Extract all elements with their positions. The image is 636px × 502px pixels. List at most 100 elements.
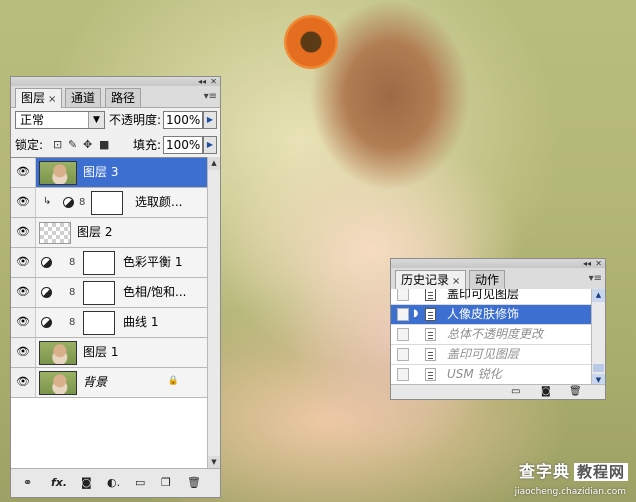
- collapse-icon[interactable]: ◂◂: [583, 259, 591, 268]
- layer-name[interactable]: 色相/饱和...: [123, 285, 187, 300]
- opacity-input[interactable]: 100%: [163, 111, 203, 129]
- layer-name[interactable]: 背景: [83, 375, 107, 390]
- layers-scrollbar[interactable]: ▲ ▼: [207, 157, 220, 469]
- layer-name[interactable]: 选取颜...: [135, 195, 182, 210]
- lock-all-icon[interactable]: ■: [99, 138, 109, 152]
- new-document-from-state-icon[interactable]: ▭: [511, 385, 520, 399]
- lock-image-icon[interactable]: ✎: [68, 138, 77, 152]
- snapshot-checkbox[interactable]: [397, 348, 409, 361]
- eye-icon[interactable]: 👁: [15, 256, 31, 268]
- link-layers-icon[interactable]: ⚭: [23, 476, 32, 490]
- scroll-up-icon[interactable]: ▲: [592, 289, 605, 302]
- camera-icon[interactable]: ◙: [541, 385, 551, 399]
- eye-icon[interactable]: 👁: [15, 226, 31, 238]
- history-item[interactable]: 盖印可见图层: [391, 345, 591, 365]
- layer-row[interactable]: 👁 8 色彩平衡 1: [11, 248, 207, 278]
- history-item[interactable]: USM 锐化: [391, 365, 591, 385]
- trash-icon[interactable]: 🗑: [187, 476, 201, 490]
- new-group-icon[interactable]: ▭: [135, 476, 145, 490]
- layers-tab-row: 图层 × 通道 路径 ▾≡: [11, 86, 220, 108]
- eye-icon[interactable]: 👁: [15, 376, 31, 388]
- link-chain-icon[interactable]: 8: [79, 197, 85, 209]
- blend-mode-select[interactable]: 正常 ▼: [15, 111, 105, 129]
- adjustment-icon: [41, 317, 52, 328]
- visibility-cell[interactable]: 👁: [11, 368, 36, 397]
- layer-row[interactable]: 👁 背景 🔒: [11, 368, 207, 398]
- layer-thumbnail: [39, 222, 71, 244]
- tab-history[interactable]: 历史记录 ×: [395, 270, 467, 290]
- fill-input[interactable]: 100%: [163, 136, 203, 154]
- watermark-box: 教程网: [573, 463, 628, 481]
- fill-slider-button[interactable]: ▶: [203, 136, 217, 154]
- adjustment-icon: [63, 197, 74, 208]
- history-list: 盖印可见图层 ◗ 人像皮肤修饰 总体不透明度更改 盖印可见图层 USM 锐化: [391, 289, 591, 387]
- opacity-slider-button[interactable]: ▶: [203, 111, 217, 129]
- layer-row[interactable]: 👁 8 色相/饱和...: [11, 278, 207, 308]
- collapse-icon[interactable]: ◂◂: [198, 77, 206, 86]
- tab-layers[interactable]: 图层 ×: [15, 88, 63, 108]
- visibility-cell[interactable]: 👁: [11, 218, 36, 247]
- history-item[interactable]: ◗ 人像皮肤修饰: [391, 305, 591, 325]
- history-state-icon: [425, 368, 436, 381]
- tab-channels[interactable]: 通道: [65, 88, 102, 107]
- eye-icon[interactable]: 👁: [15, 316, 31, 328]
- visibility-cell[interactable]: 👁: [11, 308, 36, 337]
- panel-menu-icon[interactable]: ▾≡: [204, 91, 217, 102]
- eye-icon[interactable]: 👁: [15, 346, 31, 358]
- layer-row[interactable]: 👁 图层 1: [11, 338, 207, 368]
- history-brush-marker-icon[interactable]: ◗: [413, 308, 418, 319]
- panel-titlebar[interactable]: ◂◂ ✕: [11, 77, 220, 86]
- link-chain-icon[interactable]: 8: [69, 317, 75, 329]
- layer-name[interactable]: 图层 3: [83, 165, 118, 180]
- snapshot-checkbox[interactable]: [397, 308, 409, 321]
- fill-label: 填充:: [133, 138, 162, 152]
- trash-icon[interactable]: 🗑: [569, 385, 582, 399]
- tab-label: 动作: [475, 273, 500, 287]
- eye-icon[interactable]: 👁: [15, 196, 31, 208]
- visibility-cell[interactable]: 👁: [11, 338, 36, 367]
- snapshot-checkbox[interactable]: [397, 289, 409, 301]
- history-scrollbar[interactable]: ▲ ▼: [591, 289, 605, 387]
- panel-menu-icon[interactable]: ▾≡: [589, 273, 602, 284]
- snapshot-checkbox[interactable]: [397, 328, 409, 341]
- lock-transparent-icon[interactable]: ⊡: [53, 138, 62, 152]
- snapshot-checkbox[interactable]: [397, 368, 409, 381]
- adjustment-icon: [41, 287, 52, 298]
- layer-row[interactable]: 👁 图层 2: [11, 218, 207, 248]
- layer-name[interactable]: 图层 1: [83, 345, 118, 360]
- tab-close-icon[interactable]: ×: [452, 276, 460, 287]
- scroll-up-icon[interactable]: ▲: [208, 157, 220, 170]
- layer-row[interactable]: 👁 ↳ 8 选取颜...: [11, 188, 207, 218]
- layer-name[interactable]: 图层 2: [77, 225, 112, 240]
- layer-row[interactable]: 👁 图层 3: [11, 158, 207, 188]
- link-chain-icon[interactable]: 8: [69, 257, 75, 269]
- layer-row[interactable]: 👁 8 曲线 1: [11, 308, 207, 338]
- close-icon[interactable]: ✕: [595, 259, 602, 268]
- history-item[interactable]: 总体不透明度更改: [391, 325, 591, 345]
- panel-titlebar[interactable]: ◂◂ ✕: [391, 259, 605, 268]
- visibility-cell[interactable]: 👁: [11, 248, 36, 277]
- add-mask-icon[interactable]: ◙: [81, 476, 92, 490]
- history-item-label: 盖印可见图层: [447, 289, 520, 301]
- scroll-thumb[interactable]: [593, 364, 604, 372]
- visibility-cell[interactable]: 👁: [11, 188, 36, 217]
- tab-paths[interactable]: 路径: [105, 88, 142, 107]
- watermark-url: jiaocheng.chazidian.com: [514, 487, 626, 497]
- close-icon[interactable]: ✕: [210, 77, 217, 86]
- layer-name[interactable]: 色彩平衡 1: [123, 255, 182, 270]
- visibility-cell[interactable]: 👁: [11, 278, 36, 307]
- lock-position-icon[interactable]: ✥: [83, 138, 92, 152]
- history-panel: ◂◂ ✕ 历史记录 × 动作 ▾≡ 盖印可见图层 ◗ 人像皮肤修饰 总体不透明度更…: [390, 258, 606, 400]
- layer-style-icon[interactable]: fx.: [51, 476, 67, 490]
- history-item[interactable]: 盖印可见图层: [391, 289, 591, 305]
- layer-name[interactable]: 曲线 1: [123, 315, 158, 330]
- visibility-cell[interactable]: 👁: [11, 158, 36, 187]
- new-layer-icon[interactable]: ❐: [161, 476, 171, 490]
- tab-close-icon[interactable]: ×: [48, 94, 56, 105]
- eye-icon[interactable]: 👁: [15, 166, 31, 178]
- tab-actions[interactable]: 动作: [469, 270, 506, 289]
- eye-icon[interactable]: 👁: [15, 286, 31, 298]
- new-adjustment-layer-icon[interactable]: ◐.: [107, 476, 120, 490]
- link-chain-icon[interactable]: 8: [69, 287, 75, 299]
- history-state-icon: [425, 348, 436, 361]
